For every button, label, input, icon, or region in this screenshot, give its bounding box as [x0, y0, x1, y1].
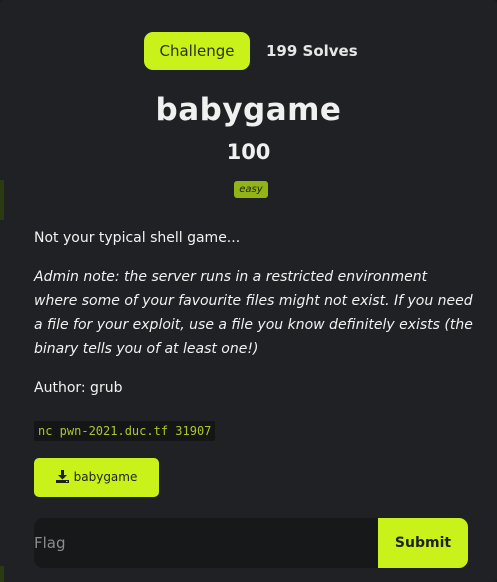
download-file-button[interactable]: babygame: [34, 458, 159, 497]
difficulty-tag: easy: [234, 181, 268, 198]
challenge-description: Not your typical shell game...: [34, 230, 241, 246]
modal-tabs: Challenge 199 Solves: [0, 32, 497, 70]
download-file-label: babygame: [73, 470, 138, 484]
left-edge-accent: [0, 180, 4, 220]
challenge-modal: Challenge 199 Solves babygame 100 easy N…: [0, 0, 497, 582]
flag-form: Submit: [34, 518, 468, 568]
challenge-title: babygame: [155, 92, 342, 128]
challenge-points: 100: [226, 140, 271, 164]
submit-button[interactable]: Submit: [378, 518, 468, 568]
challenge-author: Author: grub: [34, 380, 123, 396]
flag-input[interactable]: [34, 518, 378, 568]
left-edge-accent: [0, 566, 4, 582]
connection-command: nc pwn-2021.duc.tf 31907: [34, 421, 216, 441]
download-icon: [55, 469, 69, 483]
tab-solves[interactable]: 199 Solves: [266, 32, 358, 70]
admin-note: Admin note: the server runs in a restric…: [34, 269, 473, 357]
tab-challenge[interactable]: Challenge: [144, 32, 250, 70]
